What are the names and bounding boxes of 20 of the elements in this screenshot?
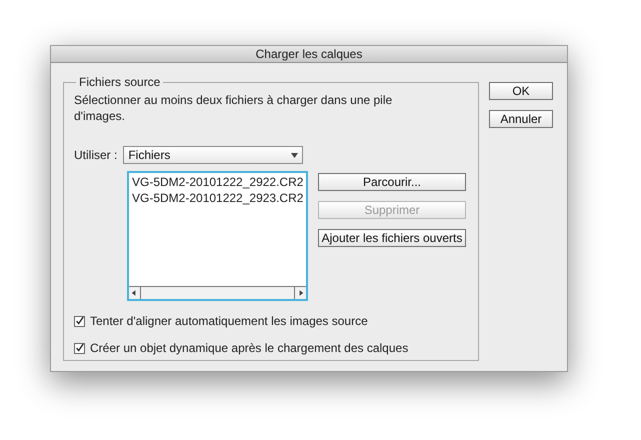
option-label: Créer un objet dynamique après le chargement des calques: [90, 340, 408, 357]
file-item[interactable]: VG-5DM2-20101222_2923.CR2: [132, 190, 303, 206]
action-button[interactable]: Ajouter les fichiers ouverts: [318, 229, 466, 247]
window-title: Charger les calques: [51, 46, 567, 63]
caret-icon: [291, 152, 298, 158]
use-label: Utiliser :: [74, 147, 118, 164]
option-label: Tenter d'aligner automatiquement les images source: [90, 313, 368, 330]
dialog-button[interactable]: OK: [489, 82, 553, 100]
use-dropdown[interactable]: Fichiers: [123, 146, 304, 164]
dialog-button[interactable]: Annuler: [489, 110, 553, 128]
horizontal-scrollbar[interactable]: [129, 286, 306, 299]
group-legend: Fichiers source: [76, 73, 164, 91]
option-checkbox[interactable]: [74, 316, 85, 326]
description-text: Sélectionner au moins deux fichiers à charger dans une pile d'images.: [74, 92, 394, 124]
file-list[interactable]: VG-5DM2-20101222_2922.CR2 VG-5DM2-20101222_2923.CR2: [127, 171, 308, 301]
file-item[interactable]: VG-5DM2-20101222_2922.CR2: [132, 174, 303, 190]
option-checkbox[interactable]: [74, 342, 85, 354]
left-arrow-icon[interactable]: [129, 287, 141, 299]
action-button[interactable]: Parcourir...: [318, 173, 466, 191]
right-arrow-icon[interactable]: [294, 287, 306, 299]
